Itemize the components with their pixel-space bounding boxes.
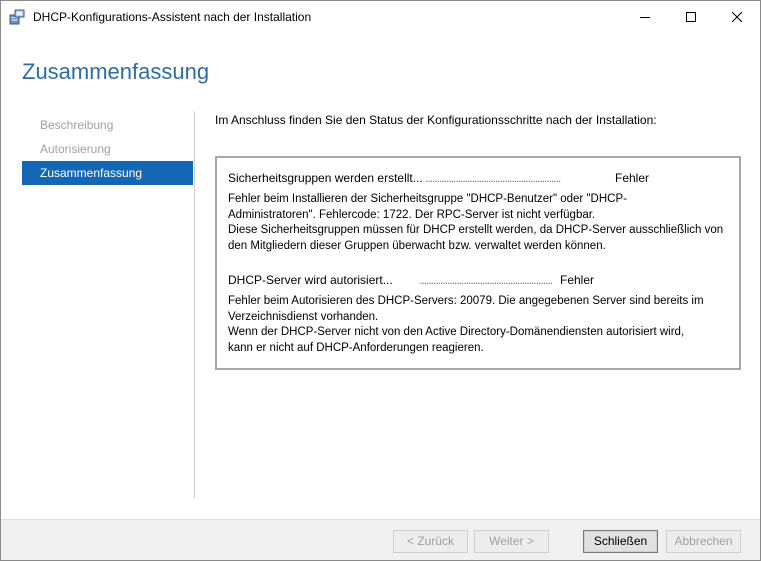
result-message-line: Fehler beim Installieren der Sicherheits…	[228, 193, 627, 205]
result-header-2: DHCP-Server wird autorisiert... ........…	[228, 272, 729, 288]
result-dots: ........................................…	[419, 273, 552, 287]
minimize-icon	[640, 16, 650, 18]
maximize-icon	[686, 11, 696, 22]
intro-text: Im Anschluss finden Sie den Status der K…	[215, 113, 657, 127]
page-title: Zusammenfassung	[22, 59, 210, 84]
result-message-line: Diese Sicherheitsgruppen müssen für DHCP…	[228, 224, 724, 236]
result-dots: ........................................…	[425, 171, 561, 185]
result-message-line: den Mitgliedern dieser Gruppen überwacht…	[228, 239, 606, 252]
minimize-button[interactable]	[622, 1, 668, 32]
wizard-footer: < Zurück Weiter > Schließen Abbrechen	[1, 519, 760, 560]
close-icon	[732, 11, 742, 22]
result-header-1: Sicherheitsgruppen werden erstellt... ..…	[228, 170, 729, 186]
title-bar[interactable]: DHCP-Konfigurations-Assistent nach der I…	[1, 1, 760, 32]
next-button[interactable]: Weiter >	[474, 530, 549, 553]
nav-item-beschreibung[interactable]: Beschreibung	[22, 113, 193, 137]
result-message-line: Verzeichnisdienst vorhanden.	[228, 310, 379, 323]
wizard-header: Zusammenfassung	[1, 32, 760, 100]
cancel-button[interactable]: Abbrechen	[666, 530, 741, 553]
results-box: Sicherheitsgruppen werden erstellt... ..…	[215, 156, 741, 370]
result-status: Fehler	[560, 273, 595, 287]
back-button[interactable]: < Zurück	[393, 530, 468, 553]
result-message-1: Fehler beim Installieren der Sicherheits…	[228, 192, 729, 254]
result-message-line: kann er nicht auf DHCP-Anforderungen rea…	[228, 341, 484, 354]
nav-item-autorisierung[interactable]: Autorisierung	[22, 137, 193, 161]
nav-divider	[194, 111, 195, 498]
result-message-2: Fehler beim Autorisieren des DHCP-Server…	[228, 294, 729, 356]
result-message-line: Administratoren". Fehlercode: 1722. Der …	[228, 208, 596, 221]
dhcp-server-icon	[9, 9, 25, 25]
result-message-line: Wenn der DHCP-Server nicht von den Activ…	[228, 326, 685, 338]
close-button[interactable]	[714, 1, 760, 32]
wizard-nav: Beschreibung Autorisierung Zusammenfassu…	[22, 113, 193, 185]
result-status: Fehler	[615, 171, 650, 185]
maximize-button[interactable]	[668, 1, 714, 32]
nav-item-zusammenfassung[interactable]: Zusammenfassung	[22, 161, 193, 185]
close-wizard-button[interactable]: Schließen	[583, 530, 658, 553]
result-step-label: DHCP-Server wird autorisiert...	[228, 273, 393, 287]
result-message-line: Fehler beim Autorisieren des DHCP-Server…	[228, 295, 704, 307]
result-step-label: Sicherheitsgruppen werden erstellt...	[228, 171, 423, 185]
window-title: DHCP-Konfigurations-Assistent nach der I…	[33, 10, 312, 24]
wizard-window: DHCP-Konfigurations-Assistent nach der I…	[0, 0, 761, 561]
